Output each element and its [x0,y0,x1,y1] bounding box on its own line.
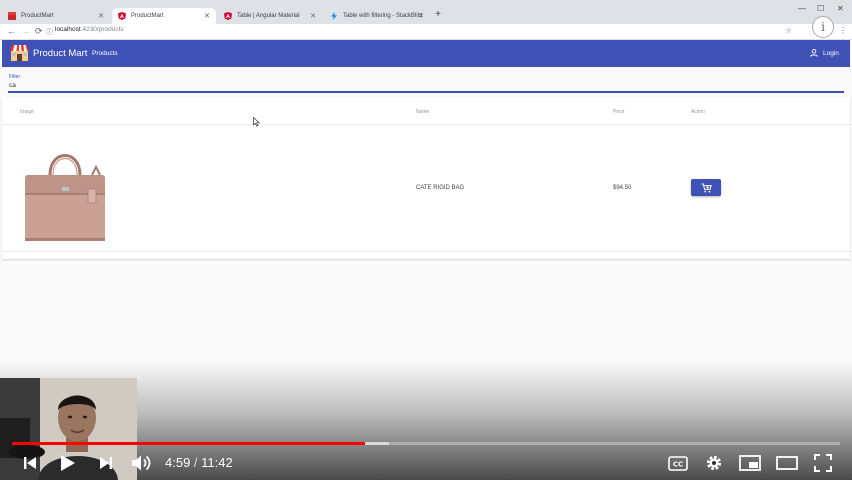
browser-tab-title: ProductMart [21,13,54,19]
video-current-time: 4:59 [165,455,191,470]
new-tab-button[interactable]: + [432,9,444,21]
login-label: Login [823,49,839,57]
video-time-separator: / [190,455,202,470]
angular-favicon [224,12,232,20]
miniplayer-icon[interactable] [739,452,761,474]
add-to-cart-button[interactable] [691,179,721,196]
header-divider [2,124,850,125]
previous-video-icon[interactable] [19,452,41,474]
bookmark-star-icon[interactable]: ☆ [785,26,792,35]
app-toolbar: Product Mart Products Login [2,40,850,67]
add-shopping-cart-icon [701,183,712,192]
browser-tab-title: Table with filtering - StackBlitz [343,13,423,19]
angular-favicon [118,12,126,20]
browser-tab-strip: ProductMart ✕ ProductMart ✕ Table | Angu… [0,0,852,24]
screen: ProductMart ✕ ProductMart ✕ Table | Angu… [0,0,852,480]
video-time-display: 4:59 / 11:42 [165,455,233,470]
column-header-image[interactable]: Image [20,109,34,115]
browser-tab-2[interactable]: ProductMart ✕ [112,8,216,24]
handbag-image [25,154,105,241]
stackblitz-favicon [331,12,337,20]
product-price: $94.50 [613,185,632,191]
column-header-action[interactable]: Action [691,109,705,115]
site-info-icon[interactable]: ⓘ [46,27,53,37]
close-icon[interactable]: ✕ [204,12,210,20]
back-arrow-icon[interactable]: ← [7,26,16,36]
close-icon[interactable]: ✕ [310,12,316,20]
close-icon[interactable]: ✕ [98,12,104,20]
filter-label: Filter [9,74,21,80]
mouse-cursor-icon [253,117,260,127]
subtitles-cc-icon[interactable]: CC [667,452,689,474]
products-table: Image Name Price Action CATE RIGID BAG $… [2,97,850,259]
settings-gear-icon[interactable] [703,452,725,474]
fullscreen-icon[interactable] [812,452,834,474]
maximize-icon[interactable]: ☐ [817,4,824,13]
next-video-icon[interactable] [95,452,117,474]
minimize-icon[interactable]: — [798,4,806,13]
row-divider [2,251,850,252]
browser-tab-4[interactable]: Table with filtering - StackBlitz ✕ [324,8,430,24]
close-window-icon[interactable]: ✕ [837,4,844,13]
nav-products-link[interactable]: Products [92,50,118,57]
browser-tab-title: Table | Angular Material [237,13,300,19]
browser-tab-1[interactable]: ProductMart ✕ [2,8,110,24]
filter-input[interactable]: ca [9,82,16,89]
filter-underline [8,91,844,93]
person-icon [810,49,818,57]
app-title[interactable]: Product Mart [33,48,87,59]
theater-mode-icon[interactable] [776,452,798,474]
menu-dots-icon[interactable]: ⋮ [839,26,847,35]
browser-tab-3[interactable]: Table | Angular Material ✕ [218,8,322,24]
volume-icon[interactable] [130,452,152,474]
close-icon[interactable]: ✕ [418,12,424,20]
column-header-name[interactable]: Name [416,109,429,115]
video-info-icon[interactable]: i [812,16,834,38]
product-name: CATE RIGID BAG [416,185,465,191]
reload-icon[interactable]: ⟳ [35,26,43,37]
play-icon[interactable] [57,452,79,474]
forward-arrow-icon[interactable]: → [21,26,30,36]
address-bar[interactable]: localhost:4230/products [55,26,124,33]
column-header-price[interactable]: Price [613,109,624,115]
video-duration: 11:42 [201,455,233,470]
video-progress-bar[interactable] [12,442,840,445]
shop-logo-icon[interactable] [10,44,29,62]
browser-toolbar: ← → ⟳ ⓘ localhost:4230/products ☆ ⋮ [0,24,852,40]
url-host: localhost [55,26,81,33]
svg-text:CC: CC [673,460,683,468]
browser-tab-title: ProductMart [131,13,164,19]
url-path: :4230/products [80,26,124,33]
login-button[interactable]: Login [810,49,839,57]
product-mart-favicon [8,12,16,20]
video-played-bar [12,442,365,445]
